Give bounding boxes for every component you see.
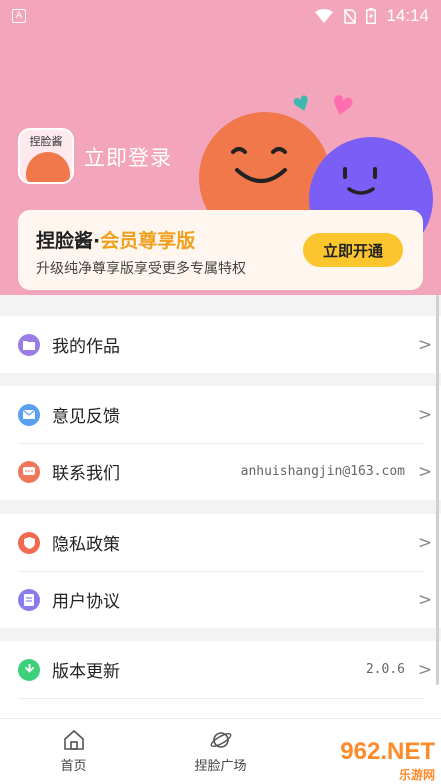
heart-icon: ♥ [326, 89, 357, 125]
vip-card[interactable]: 捏脸酱·会员尊享版 升级纯净尊享版享受更多专属特权 立即开通 [18, 210, 423, 290]
wifi-icon [315, 9, 334, 23]
download-icon [18, 658, 40, 681]
menu-item-contact[interactable]: 联系我们 anhuishangjin@163.com > [0, 443, 441, 500]
watermark: 962.NET 乐游网 [340, 738, 435, 783]
battery-charging-icon [366, 8, 377, 24]
clock: 14:14 [386, 6, 429, 25]
open-vip-button[interactable]: 立即开通 [303, 233, 403, 267]
menu-item-label: 隐私政策 [52, 535, 120, 555]
menu-item-update[interactable]: 版本更新 2.0.6 > [0, 641, 441, 698]
version-number: 2.0.6 [365, 662, 405, 677]
tab-home[interactable]: 首页 [0, 719, 147, 784]
avatar[interactable]: 捏脸酱 [18, 128, 74, 184]
avatar-text: 捏脸酱 [29, 135, 63, 148]
tab-square-label: 捏脸广场 [194, 759, 247, 774]
notification-icon: A [12, 9, 26, 23]
watermark-main: 962.NET [340, 738, 435, 765]
vip-level: 会员尊享版 [100, 230, 196, 252]
contact-email: anhuishangjin@163.com [240, 464, 405, 479]
vip-description: 升级纯净尊享版享受更多专属特权 [36, 261, 246, 277]
menu-item-label: 意见反馈 [52, 407, 120, 427]
folder-icon [18, 333, 40, 356]
status-bar: A 14:14 [0, 0, 441, 32]
watermark-sub: 乐游网 [398, 768, 435, 782]
avatar-face-illustration [26, 152, 70, 182]
menu-item-privacy[interactable]: 隐私政策 > [0, 514, 441, 571]
no-sim-icon [343, 8, 357, 24]
vip-title: 捏脸酱·会员尊享版 [36, 226, 195, 253]
login-link[interactable]: 立即登录 [84, 142, 172, 172]
chat-icon [18, 460, 40, 483]
menu-item-feedback[interactable]: 意见反馈 > [0, 386, 441, 443]
menu-item-label: 版本更新 [52, 662, 120, 682]
menu-group-works: 我的作品 > [0, 316, 441, 373]
tab-square[interactable]: 捏脸广场 [147, 719, 294, 784]
menu-item-works[interactable]: 我的作品 > [0, 316, 441, 373]
menu-group-legal: 隐私政策 > 用户协议 > [0, 514, 441, 628]
menu-item-label: 联系我们 [52, 464, 120, 484]
scrollbar[interactable] [436, 295, 439, 685]
tab-home-label: 首页 [60, 759, 87, 774]
mail-icon [18, 403, 40, 426]
document-icon [18, 588, 40, 611]
menu-item-label: 我的作品 [52, 337, 120, 357]
menu-item-agreement[interactable]: 用户协议 > [0, 571, 441, 628]
shield-icon [18, 531, 40, 554]
vip-brand: 捏脸酱 [36, 230, 94, 252]
menu-group-support: 意见反馈 > 联系我们 anhuishangjin@163.com > [0, 386, 441, 500]
planet-icon [210, 732, 231, 748]
menu-item-label: 用户协议 [52, 592, 120, 612]
home-icon [63, 729, 84, 750]
